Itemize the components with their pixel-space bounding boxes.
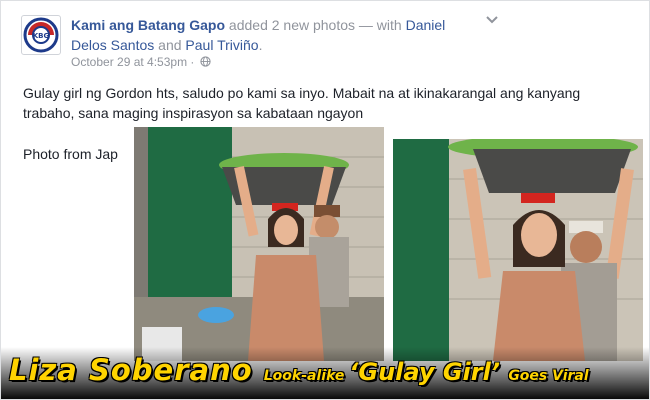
page-logo-icon: KBG [23, 17, 59, 53]
action-text: added 2 new photos — with [225, 17, 406, 33]
post-meta: October 29 at 4:53pm · [71, 55, 211, 69]
globe-icon [200, 56, 211, 67]
and-text: and [154, 37, 186, 53]
headline-part-2: Look-alike [263, 368, 350, 384]
post-header: Kami ang Batang Gapo added 2 new photos … [71, 15, 471, 55]
meta-separator: · [187, 55, 198, 69]
headline-part-1: Liza Soberano [9, 353, 264, 387]
tagged-user-2[interactable]: Paul Triviño [185, 37, 258, 53]
period-text: . [258, 37, 263, 53]
photo-2[interactable] [393, 139, 643, 361]
photo-2-image [393, 139, 643, 361]
page-avatar[interactable]: KBG [21, 15, 61, 55]
chevron-down-icon[interactable] [485, 15, 499, 25]
headline-part-4: Goes Viral [508, 368, 589, 384]
photo-1-image [134, 127, 384, 361]
page-name-link[interactable]: Kami ang Batang Gapo [71, 17, 225, 33]
svg-text:KBG: KBG [33, 32, 50, 40]
headline-part-3: ‘Gulay Girl’ [349, 358, 509, 386]
headline-text: Liza Soberano Look-alike ‘Gulay Girl’ Go… [9, 353, 589, 387]
post-timestamp[interactable]: October 29 at 4:53pm [71, 55, 187, 69]
facebook-post: KBG Kami ang Batang Gapo added 2 new pho… [0, 0, 650, 400]
photo-1[interactable] [134, 127, 384, 361]
photo-credit: Photo from Jap [23, 146, 118, 162]
post-body: Gulay girl ng Gordon hts, saludo po kami… [23, 85, 581, 121]
